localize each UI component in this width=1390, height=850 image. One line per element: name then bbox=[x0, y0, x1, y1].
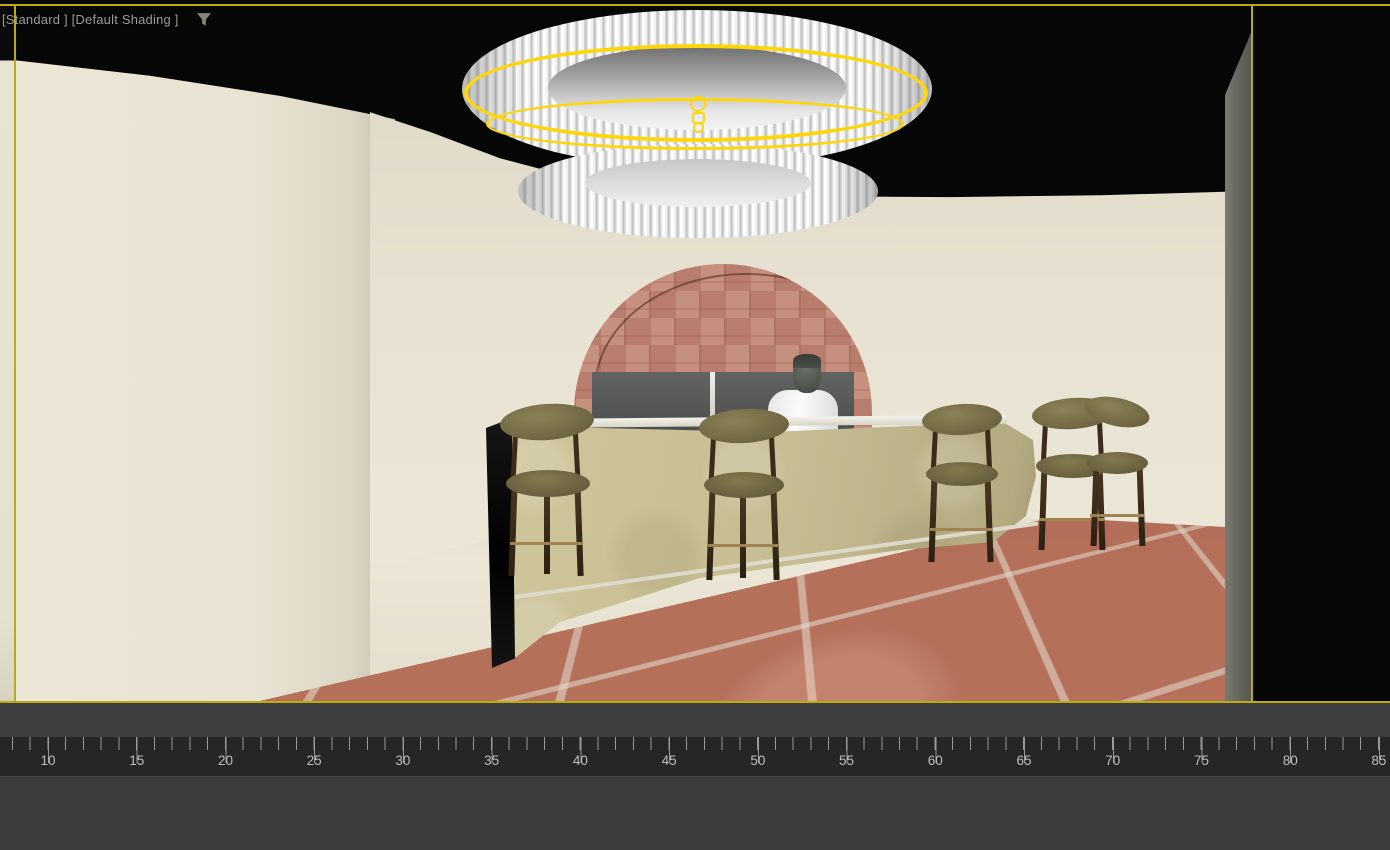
bar-stool-1[interactable] bbox=[492, 400, 602, 580]
ruler-tick-label: 70 bbox=[1105, 753, 1120, 768]
bar-stool-5[interactable] bbox=[1078, 396, 1158, 552]
ruler-tick-label: 45 bbox=[662, 753, 677, 768]
wall-edge-right bbox=[1225, 28, 1253, 703]
adjacent-viewport-strip bbox=[0, 0, 14, 703]
ruler-tick-label: 65 bbox=[1017, 753, 1032, 768]
bar-stool-2[interactable] bbox=[692, 404, 796, 584]
filter-funnel-icon[interactable] bbox=[196, 12, 212, 28]
ruler-tick-label: 35 bbox=[484, 753, 499, 768]
ruler-tick-label: 10 bbox=[40, 753, 55, 768]
viewport-border-left bbox=[14, 4, 16, 703]
ruler-tick-label: 55 bbox=[839, 753, 854, 768]
bar-stool-3[interactable] bbox=[916, 400, 1008, 568]
status-bar bbox=[0, 776, 1390, 850]
ruler-tick-label: 25 bbox=[307, 753, 322, 768]
selection-gizmo-lower bbox=[693, 122, 704, 133]
track-bar[interactable] bbox=[0, 703, 1390, 738]
ruler-tick-label: 75 bbox=[1194, 753, 1209, 768]
timeline-ruler[interactable]: 10 15 20 25 30 35 40 45 50 55 60 65 70 75 80 85 bbox=[0, 737, 1390, 776]
chandelier[interactable] bbox=[460, 6, 938, 238]
ruler-tick-label: 40 bbox=[573, 753, 588, 768]
viewport-canvas[interactable]: [Standard ] [Default Shading ] bbox=[0, 0, 1390, 705]
ruler-tick-label: 20 bbox=[218, 753, 233, 768]
selection-pivot-circle bbox=[690, 96, 706, 112]
ruler-tick-label: 15 bbox=[129, 753, 144, 768]
viewport-border-right bbox=[1251, 4, 1253, 703]
mannequin-hair bbox=[793, 354, 821, 368]
viewport-border-top bbox=[0, 4, 1390, 6]
ruler-tick-label: 50 bbox=[750, 753, 765, 768]
ruler-tick-label: 80 bbox=[1283, 753, 1298, 768]
chandelier-lower-ring-interior bbox=[585, 159, 811, 207]
ruler-tick-label: 30 bbox=[395, 753, 410, 768]
ruler-tick-label: 60 bbox=[928, 753, 943, 768]
viewport-label[interactable]: [Standard ] [Default Shading ] bbox=[2, 12, 179, 27]
ruler-tick-label: 85 bbox=[1371, 753, 1386, 768]
